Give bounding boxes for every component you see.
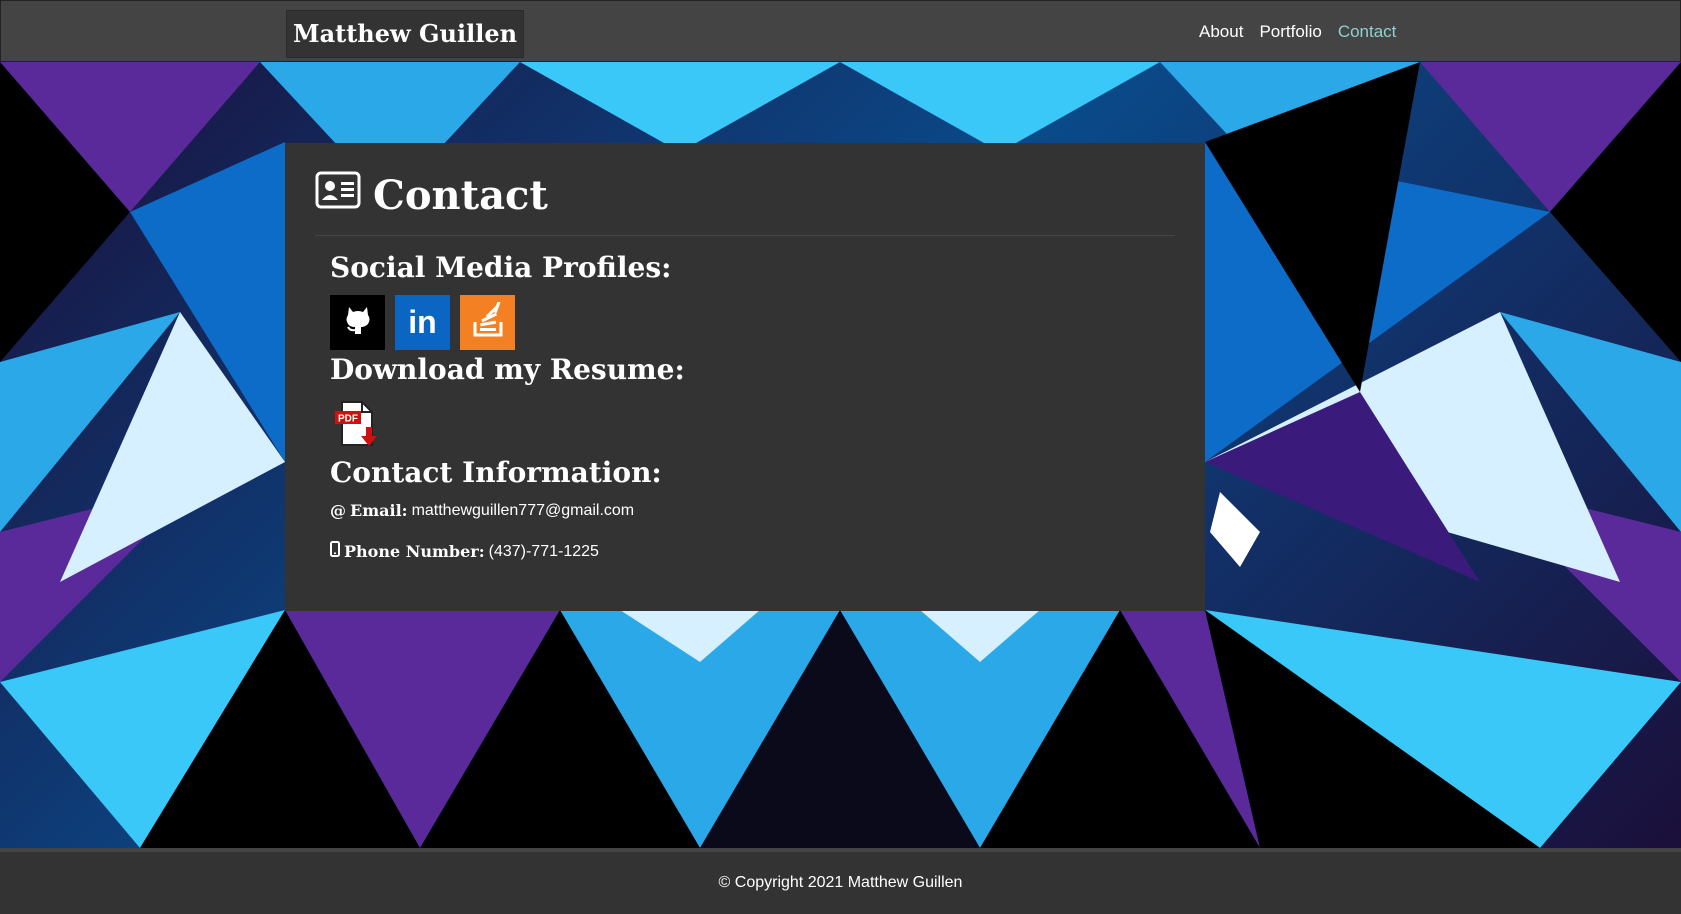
email-value[interactable]: matthewguillen777@gmail.com: [412, 502, 635, 520]
email-label: Email:: [350, 501, 408, 520]
email-line: @ Email: matthewguillen777@gmail.com: [330, 501, 634, 520]
nav-link-about[interactable]: About: [1199, 21, 1243, 43]
resume-heading: Download my Resume:: [330, 353, 685, 386]
nav-link-contact[interactable]: Contact: [1338, 21, 1397, 43]
footer: © Copyright 2021 Matthew Guillen: [0, 848, 1681, 914]
phone-icon: [330, 541, 340, 562]
nav-links: About Portfolio Contact: [1199, 21, 1396, 43]
email-symbol: @: [330, 501, 346, 520]
brand-title[interactable]: Matthew Guillen: [286, 10, 525, 58]
github-icon: [343, 303, 373, 342]
page-title-text: Contact: [373, 171, 548, 219]
pdf-download-icon: PDF: [335, 401, 377, 446]
social-links: in: [330, 295, 515, 350]
nav-link-portfolio[interactable]: Portfolio: [1259, 21, 1321, 43]
linkedin-link[interactable]: in: [395, 295, 450, 350]
navbar: Matthew Guillen About Portfolio Contact: [0, 0, 1681, 62]
phone-line: Phone Number: (437)-771-1225: [330, 541, 599, 562]
phone-label: Phone Number:: [344, 542, 485, 561]
linkedin-icon: in: [408, 304, 437, 340]
page-title: Contact: [315, 171, 548, 219]
resume-download-link[interactable]: PDF: [332, 399, 382, 449]
contact-card-icon: [315, 171, 361, 219]
divider: [315, 235, 1175, 236]
github-link[interactable]: [330, 295, 385, 350]
copyright-text: © Copyright 2021 Matthew Guillen: [718, 874, 963, 891]
pdf-label: PDF: [338, 414, 358, 425]
social-heading: Social Media Profiles:: [330, 251, 672, 284]
stackoverflow-icon: [471, 299, 505, 343]
stackoverflow-link[interactable]: [460, 295, 515, 350]
phone-value: (437)-771-1225: [488, 542, 599, 560]
contact-info-heading: Contact Information:: [330, 456, 662, 489]
contact-panel: Contact Social Media Profiles: in Downlo…: [285, 143, 1205, 611]
